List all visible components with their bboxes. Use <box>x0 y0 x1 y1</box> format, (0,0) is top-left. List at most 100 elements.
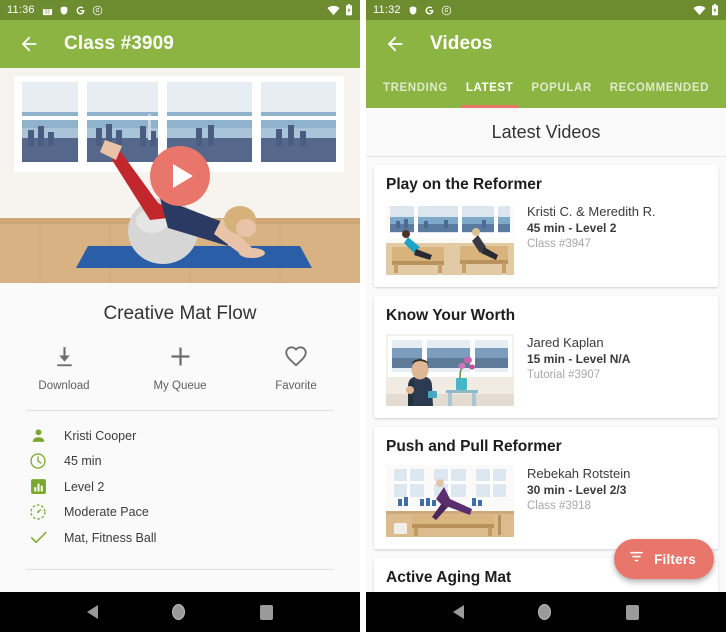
app-bar-right: Videos <box>366 20 726 68</box>
battery-icon <box>345 4 353 16</box>
filters-button[interactable]: Filters <box>614 539 714 579</box>
status-bar-left: 11:36 31 <box>0 0 360 20</box>
my-queue-button[interactable]: My Queue <box>122 339 238 392</box>
back-arrow-icon[interactable] <box>16 31 42 57</box>
person-icon <box>26 427 50 444</box>
equipment-text: Mat, Fitness Ball <box>64 530 157 545</box>
video-title: Know Your Worth <box>386 307 516 324</box>
action-button-row: Download My Queue Favorite <box>0 325 360 392</box>
wifi-icon <box>327 5 340 16</box>
video-author: Kristi C. & Meredith R. <box>527 204 656 219</box>
circle-spiral-icon <box>441 5 452 16</box>
filters-label: Filters <box>654 551 696 567</box>
check-icon <box>26 528 50 547</box>
duration-text: 45 min <box>64 454 102 469</box>
video-title: Push and Pull Reformer <box>386 438 562 455</box>
nav-back-icon[interactable] <box>453 605 465 619</box>
video-card[interactable]: Know Your Worth Jared Kaplan 15 min - Le… <box>374 296 718 418</box>
video-card-body: Jared Kaplan 15 min - Level N/A Tutorial… <box>386 334 706 406</box>
heart-outline-icon <box>283 339 309 373</box>
page-title: Class #3909 <box>64 33 174 54</box>
android-nav-bar-right <box>366 592 726 632</box>
class-metadata-list: Kristi Cooper 45 min Level 2 Moderate Pa… <box>0 411 360 551</box>
videos-list-screen: 11:32 Videos TRENDING LATEST POPULAR REC… <box>366 0 726 632</box>
status-bar-clock: 11:32 <box>373 4 401 16</box>
tab-trending[interactable]: TRENDING <box>374 68 457 108</box>
play-button-icon[interactable] <box>150 145 210 206</box>
download-icon <box>52 339 77 373</box>
page-title: Videos <box>430 33 493 54</box>
clock-icon <box>26 452 50 470</box>
video-card-body: Kristi C. & Meredith R. 45 min - Level 2… <box>386 203 706 275</box>
speedometer-icon <box>26 503 50 521</box>
circle-spiral-icon <box>92 5 103 16</box>
app-bar-left: Class #3909 <box>0 20 360 68</box>
metadata-row-pace: Moderate Pace <box>26 500 334 526</box>
video-id: Class #3918 <box>527 500 591 512</box>
video-id: Class #3947 <box>527 238 591 250</box>
nav-home-icon[interactable] <box>172 604 186 620</box>
my-queue-label: My Queue <box>153 380 207 392</box>
video-thumbnail[interactable] <box>386 203 514 275</box>
tab-bar: TRENDING LATEST POPULAR RECOMMENDED <box>366 68 726 108</box>
dual-screenshot-container: 11:36 31 Class #3909 Creative Mat Flow D… <box>0 0 726 632</box>
divider-bottom <box>26 568 334 570</box>
pace-text: Moderate Pace <box>64 505 149 520</box>
class-detail-body: Creative Mat Flow Download My Queue Favo… <box>0 283 360 592</box>
class-title: Creative Mat Flow <box>103 303 257 324</box>
battery-icon <box>711 4 719 16</box>
tab-recommended[interactable]: RECOMMENDED <box>601 68 718 108</box>
status-bar-system-icons <box>327 4 353 16</box>
metadata-row-equipment: Mat, Fitness Ball <box>26 525 334 551</box>
nav-home-icon[interactable] <box>538 604 552 620</box>
instructor-name: Kristi Cooper <box>64 428 137 443</box>
status-bar-notification-icons: 31 <box>42 5 103 16</box>
video-thumbnail[interactable] <box>386 465 514 537</box>
status-bar-system-icons <box>693 4 719 16</box>
tab-latest[interactable]: LATEST <box>457 68 522 108</box>
class-detail-screen: 11:36 31 Class #3909 Creative Mat Flow D… <box>0 0 360 632</box>
google-g-icon <box>75 5 86 16</box>
video-id: Tutorial #3907 <box>527 369 601 381</box>
bar-chart-icon <box>26 478 50 495</box>
nav-recents-icon[interactable] <box>625 604 639 620</box>
back-arrow-icon[interactable] <box>382 31 408 57</box>
video-details: 30 min - Level 2/3 <box>527 483 627 497</box>
tab-popular[interactable]: POPULAR <box>522 68 600 108</box>
shield-icon <box>408 5 418 16</box>
nav-back-icon[interactable] <box>87 605 99 619</box>
section-title: Latest Videos <box>366 108 726 157</box>
download-button[interactable]: Download <box>6 339 122 392</box>
play-triangle <box>172 163 193 188</box>
video-list[interactable]: Play on the Reformer Kristi C. & Meredit… <box>366 157 726 592</box>
video-meta: Kristi C. & Meredith R. 45 min - Level 2… <box>514 203 656 275</box>
video-title: Play on the Reformer <box>386 176 542 193</box>
video-author: Jared Kaplan <box>527 335 604 350</box>
favorite-label: Favorite <box>275 380 317 392</box>
video-card[interactable]: Play on the Reformer Kristi C. & Meredit… <box>374 165 718 287</box>
download-label: Download <box>38 380 90 392</box>
video-meta: Rebekah Rotstein 30 min - Level 2/3 Clas… <box>514 465 630 537</box>
status-bar-notification-icons <box>408 5 452 16</box>
video-hero-thumbnail[interactable] <box>0 68 360 283</box>
video-author: Rebekah Rotstein <box>527 466 631 481</box>
video-meta: Jared Kaplan 15 min - Level N/A Tutorial… <box>514 334 630 406</box>
favorite-button[interactable]: Favorite <box>238 339 354 392</box>
status-bar-right: 11:32 <box>366 0 726 20</box>
video-details: 15 min - Level N/A <box>527 352 631 366</box>
video-details: 45 min - Level 2 <box>527 221 617 235</box>
google-g-icon <box>424 5 435 16</box>
calendar-31-icon: 31 <box>42 5 53 16</box>
plus-icon <box>167 339 194 373</box>
metadata-row-instructor: Kristi Cooper <box>26 423 334 449</box>
level-text: Level 2 <box>64 479 105 494</box>
filter-icon <box>628 548 645 570</box>
nav-recents-icon[interactable] <box>259 604 273 620</box>
video-thumbnail[interactable] <box>386 334 514 406</box>
svg-text:31: 31 <box>44 9 50 15</box>
shield-icon <box>59 5 69 16</box>
wifi-icon <box>693 5 706 16</box>
video-card[interactable]: Push and Pull Reformer Rebekah Rotstein … <box>374 427 718 549</box>
metadata-row-level: Level 2 <box>26 474 334 500</box>
android-nav-bar-left <box>0 592 360 632</box>
